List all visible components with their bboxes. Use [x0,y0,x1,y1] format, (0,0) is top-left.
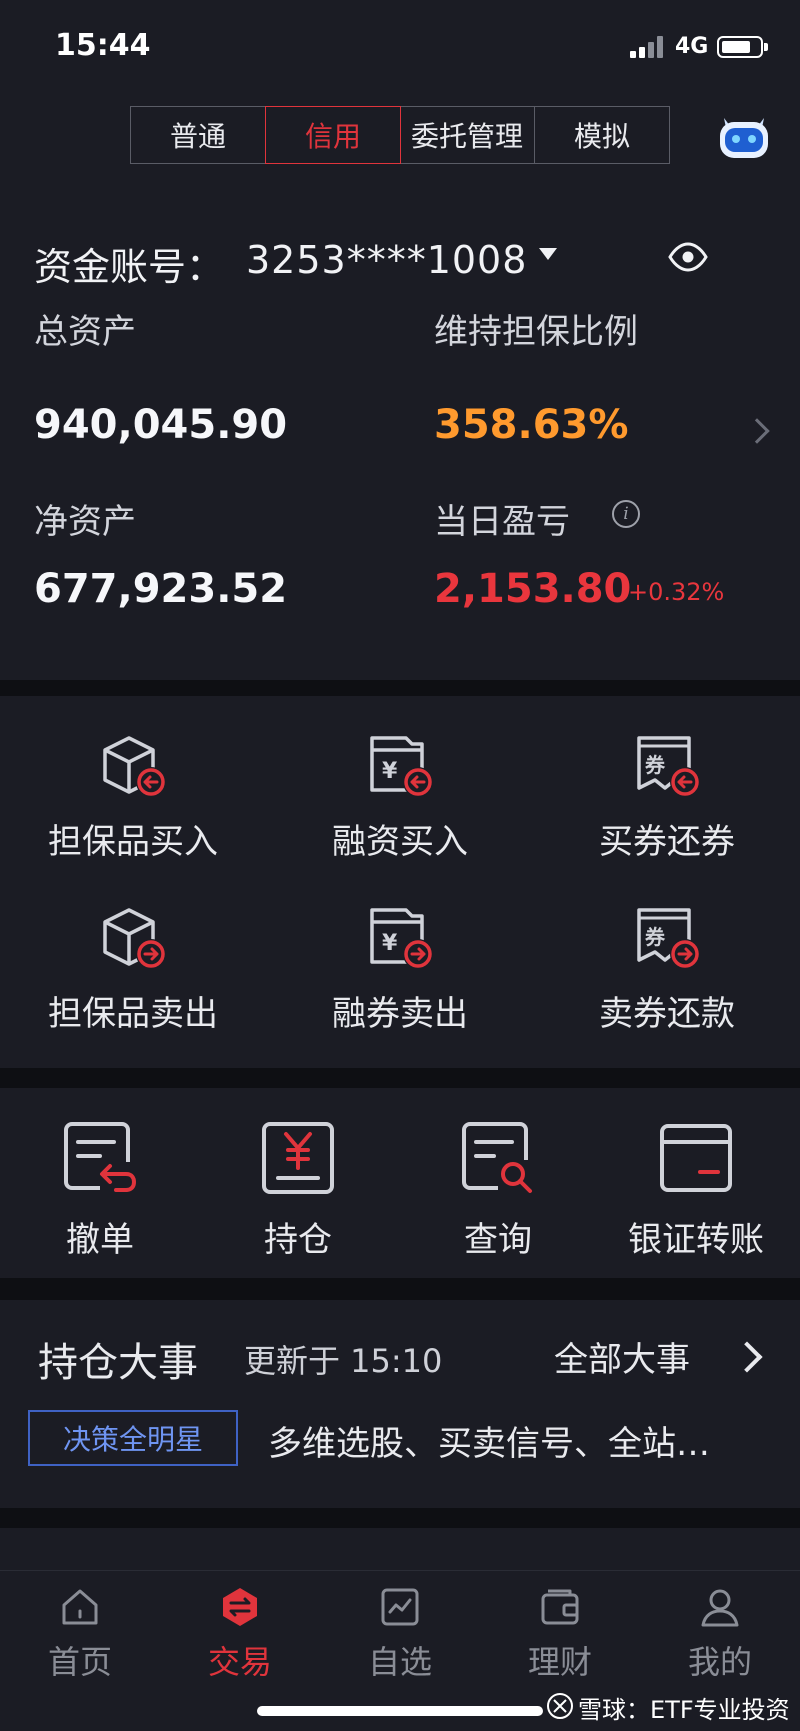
collateral-sell-button[interactable]: 担保品卖出 [28,902,238,1035]
credit-actions-section: 担保品买入 ¥ 融资买入 券 买券还券 担保品卖出 ¥ 融券卖出 券 卖券还款 [0,696,800,1068]
nav-profile-label: 我的 [687,1643,752,1681]
tab-simulation[interactable]: 模拟 [535,107,669,163]
box-arrow-in-icon [103,736,166,797]
chevron-right-icon[interactable] [744,418,770,444]
coupon-arrow-out-icon: 券 [637,908,700,969]
positions-label: 持仓 [264,1220,332,1260]
holding-events-title: 持仓大事 [38,1340,198,1386]
cancel-order-label: 撤单 [66,1220,134,1260]
svg-text:券: 券 [644,753,666,777]
decision-allstar-tag[interactable]: 决策全明星 [28,1410,238,1466]
watchlist-chart-icon [381,1588,419,1626]
account-type-tabs: 普通 信用 委托管理 模拟 [130,106,670,164]
trade-icon [223,1588,257,1626]
account-selector[interactable]: 资金账号： 3253****1008 [34,236,764,289]
nav-watchlist-label: 自选 [367,1643,432,1681]
signal-icon [630,36,663,58]
nav-home[interactable]: 首页 [20,1585,140,1683]
svg-text:¥: ¥ [382,759,398,784]
daily-pnl-label: 当日盈亏 [434,502,570,542]
status-bar: 15:44 4G [0,0,800,96]
wallet-icon [541,1589,579,1625]
collateral-buy-label: 担保品买入 [48,822,218,862]
buy-to-return-label: 买券还券 [599,822,735,862]
eye-icon[interactable] [668,240,708,274]
all-events-link[interactable]: 全部大事 [554,1332,690,1381]
query-button[interactable]: 查询 [418,1118,578,1261]
tab-normal[interactable]: 普通 [131,107,266,163]
cancel-order-icon [64,1122,136,1192]
collateral-buy-button[interactable]: 担保品买入 [28,730,238,863]
chevron-right-icon[interactable] [731,1341,763,1373]
chevron-down-icon[interactable] [539,248,557,260]
nav-trade[interactable]: 交易 [180,1585,300,1683]
cancel-order-button[interactable]: 撤单 [20,1118,180,1261]
bank-card-icon [660,1124,732,1192]
box-arrow-out-icon [103,908,166,969]
sell-to-repay-button[interactable]: 券 卖券还款 [562,902,772,1035]
next-section-peek [0,1528,800,1570]
margin-buy-button[interactable]: ¥ 融资买入 [295,730,505,863]
nav-watchlist[interactable]: 自选 [340,1585,460,1683]
query-label: 查询 [464,1220,532,1260]
info-icon[interactable]: i [612,500,640,528]
watermark-text: 雪球：ETF专业投资 [578,1696,790,1724]
positions-button[interactable]: 持仓 [218,1118,378,1261]
snowball-logo-icon [547,1693,573,1719]
nav-home-label: 首页 [47,1643,112,1681]
nav-wealth-label: 理财 [527,1643,592,1681]
battery-icon [717,36,768,58]
maintenance-ratio-label: 维持担保比例 [434,312,638,352]
net-assets-value: 677,923.52 [34,566,288,612]
daily-pnl-percent: +0.32% [628,578,725,606]
query-search-icon [462,1122,536,1196]
coupon-arrow-in-icon: 券 [637,736,700,797]
profile-icon [701,1589,739,1627]
svg-text:券: 券 [644,925,666,949]
short-sell-button[interactable]: ¥ 融券卖出 [295,902,505,1035]
account-label: 资金账号： [34,245,225,289]
nav-wealth[interactable]: 理财 [500,1585,620,1683]
bank-transfer-button[interactable]: 银证转账 [616,1118,776,1261]
total-assets-value: 940,045.90 [34,402,288,448]
margin-buy-label: 融资买入 [332,822,468,862]
holding-events-section: 持仓大事 更新于 15:10 全部大事 决策全明星 多维选股、买卖信号、全站… [0,1300,800,1508]
maintenance-ratio-value: 358.63% [434,402,629,448]
buy-to-return-button[interactable]: 券 买券还券 [562,730,772,863]
tab-credit[interactable]: 信用 [265,106,401,164]
events-update-time: 更新于 15:10 [244,1342,443,1380]
robot-assistant-icon[interactable] [716,110,772,160]
yen-folder-arrow-out-icon: ¥ [370,908,433,969]
position-yen-icon [262,1122,334,1194]
trading-screen: 15:44 4G 普通 信用 委托管理 模拟 资金账号： 3253****100… [0,0,800,1731]
total-assets-label: 总资产 [34,312,136,352]
net-assets-label: 净资产 [34,502,136,542]
home-indicator[interactable] [257,1706,543,1716]
tools-section: 撤单 持仓 查询 银证转账 [0,1088,800,1278]
daily-pnl-value: 2,153.80 [434,566,632,612]
svg-text:¥: ¥ [382,931,398,956]
sell-to-repay-label: 卖券还款 [599,994,735,1034]
events-promo-text[interactable]: 多维选股、买卖信号、全站… [268,1416,710,1465]
short-sell-label: 融券卖出 [332,994,468,1034]
tab-order-management[interactable]: 委托管理 [400,107,535,163]
nav-profile[interactable]: 我的 [660,1585,780,1683]
account-summary-panel: 普通 信用 委托管理 模拟 资金账号： 3253****1008 总资产 940… [0,96,800,680]
yen-folder-arrow-in-icon: ¥ [370,736,433,797]
account-number: 3253****1008 [246,238,528,282]
status-time: 15:44 [55,28,151,63]
collateral-sell-label: 担保品卖出 [48,994,218,1034]
bank-transfer-label: 银证转账 [628,1220,764,1260]
nav-trade-label: 交易 [207,1643,272,1681]
network-type: 4G [675,34,709,59]
home-icon [62,1589,98,1625]
